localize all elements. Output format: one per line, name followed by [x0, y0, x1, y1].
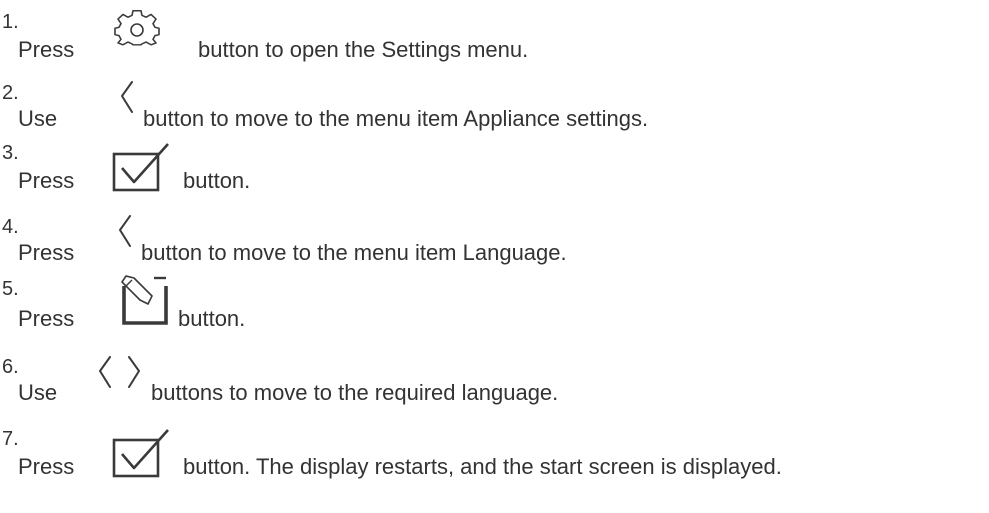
step-text-after: buttons to move to the required language…: [151, 380, 559, 405]
step-number: 5.: [2, 278, 19, 300]
step-text-after: button to open the Settings menu.: [198, 37, 529, 62]
list-item: 1. Press button to open the Settings men…: [0, 0, 989, 62]
step-number: 2.: [2, 82, 19, 104]
step-text-after: button.: [183, 168, 251, 193]
step-number: 4.: [2, 216, 19, 238]
step-text-before: Press: [18, 240, 75, 265]
step-text-before: Press: [18, 454, 75, 479]
checkbox-check-icon: [112, 426, 174, 478]
step-text-before: Press: [18, 306, 75, 331]
step-number: 6.: [2, 356, 19, 378]
list-item: 4. Press button to move to the menu item…: [0, 204, 989, 265]
step-text-before: Use: [18, 380, 58, 405]
list-item: 6. Use buttons to move to the required l…: [0, 346, 989, 406]
chevron-left-icon: [118, 81, 136, 113]
step-number: 3.: [2, 142, 19, 164]
step-number: 7.: [2, 428, 19, 450]
list-item: 3. Press button.: [0, 132, 989, 193]
edit-pencil-icon: [114, 274, 176, 328]
list-item: 7. Press button. The display restarts, a…: [0, 416, 989, 479]
list-item: 5. Press button.: [0, 268, 989, 331]
chevron-right-icon: [125, 356, 143, 388]
step-text-after: button to move to the menu item Language…: [141, 240, 567, 265]
list-item: 2. Use button to move to the menu item A…: [0, 70, 989, 131]
step-text-before: Press: [18, 168, 75, 193]
step-text-after: button.: [178, 306, 246, 331]
chevron-left-icon: [96, 356, 114, 388]
step-text-after: button. The display restarts, and the st…: [183, 454, 782, 479]
gear-icon: [114, 10, 160, 51]
step-text-before: Use: [18, 106, 58, 131]
step-text-before: Press: [18, 37, 75, 62]
step-number: 1.: [2, 11, 19, 33]
step-text-after: button to move to the menu item Applianc…: [143, 106, 649, 131]
checkbox-check-icon: [112, 140, 174, 192]
chevron-left-icon: [116, 215, 134, 247]
